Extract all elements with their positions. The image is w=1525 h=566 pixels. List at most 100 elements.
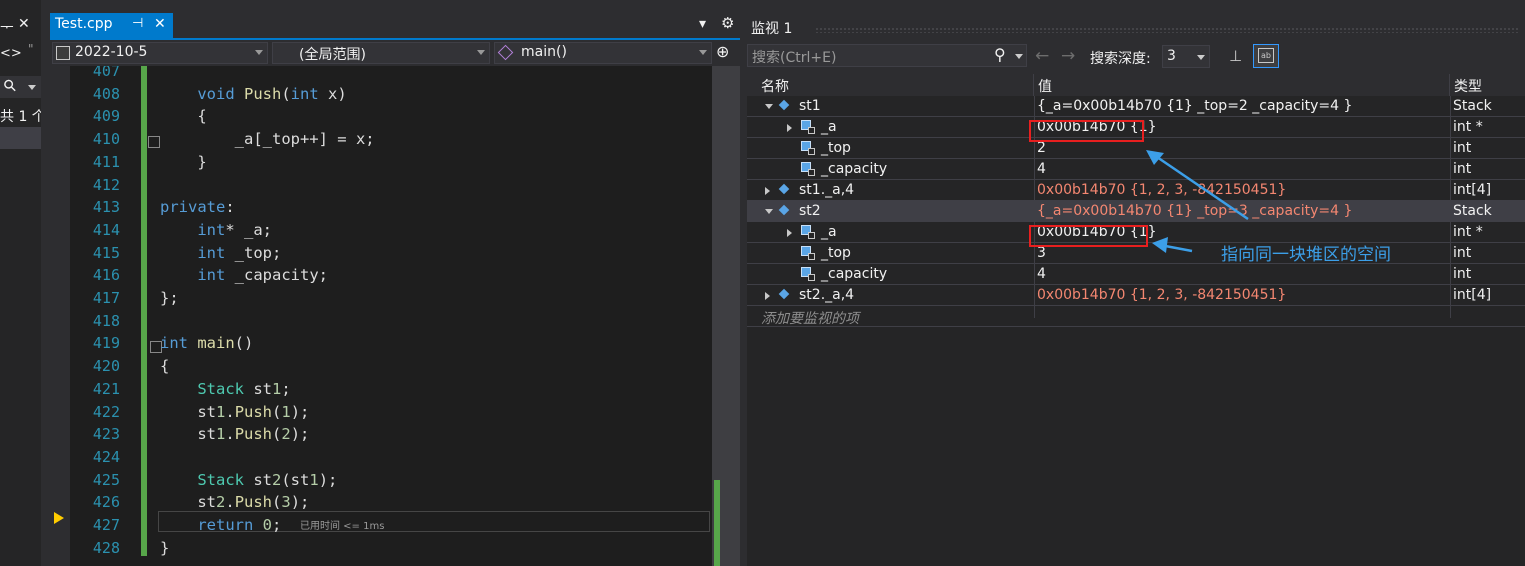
column-header-name[interactable]: 名称 xyxy=(747,74,1034,96)
editor-vertical-scrollbar[interactable] xyxy=(712,66,740,566)
member-dropdown[interactable]: main() xyxy=(494,42,712,64)
perf-tip: 已用时间 <= 1ms xyxy=(300,521,385,532)
chevron-down-icon[interactable] xyxy=(28,85,36,90)
code-line[interactable]: st1.Push(1); xyxy=(160,403,309,421)
watch-value[interactable]: 3 xyxy=(1037,245,1046,261)
panel-splitter[interactable] xyxy=(41,0,50,566)
watch-search-input[interactable]: 搜索(Ctrl+E) ⚲ xyxy=(747,44,1027,67)
line-number: 423 xyxy=(92,425,120,444)
watch-row[interactable]: st1._a,4 0x00b14b70 {1, 2, 3, -842150451}… xyxy=(747,180,1525,201)
watch-row[interactable]: st2 {_a=0x00b14b70 {1} _top=3 _capacity=4… xyxy=(747,201,1525,222)
column-header-type[interactable]: 类型 xyxy=(1450,74,1525,96)
annotation-label: 指向同一块堆区的空间 xyxy=(1221,245,1391,265)
code-editor[interactable]: 已用时间 <= 1ms 407 408 void Push(int x) 409 {… xyxy=(50,66,720,566)
watch-value[interactable]: 4 xyxy=(1037,266,1046,282)
code-line[interactable]: private: xyxy=(160,198,235,216)
code-icon[interactable]: <> xyxy=(0,46,22,61)
expand-arrow-icon[interactable] xyxy=(787,229,792,237)
watch-row[interactable]: st2._a,4 0x00b14b70 {1, 2, 3, -842150451}… xyxy=(747,285,1525,306)
watch-name: _capacity xyxy=(821,266,888,282)
code-line[interactable]: _a[_top++] = x; xyxy=(160,130,375,148)
add-watch-row[interactable]: 添加要监视的项 xyxy=(747,306,1525,327)
watch-value[interactable]: 2 xyxy=(1037,140,1046,156)
project-dropdown[interactable]: 2022-10-5 xyxy=(52,42,268,64)
watch-type: int xyxy=(1453,245,1472,261)
code-line[interactable]: void Push(int x) xyxy=(160,85,346,103)
line-number: 428 xyxy=(92,538,120,557)
line-number: 407 xyxy=(92,66,120,80)
chevron-down-icon xyxy=(477,50,485,55)
watch-type: int xyxy=(1453,140,1472,156)
expand-arrow-icon[interactable] xyxy=(787,124,792,132)
collapse-arrow-icon[interactable] xyxy=(765,209,773,214)
selected-result-row[interactable] xyxy=(0,127,41,149)
pin-icon[interactable]: ᅮ xyxy=(0,16,14,37)
chevron-down-icon xyxy=(1197,55,1205,60)
line-number: 414 xyxy=(92,220,120,239)
watch-value[interactable]: 0x00b14b70 {1, 2, 3, -842150451} xyxy=(1037,287,1286,303)
watch-type: Stack xyxy=(1453,203,1492,219)
watch-name: st1 xyxy=(799,98,821,114)
code-line[interactable]: } xyxy=(160,153,206,171)
watch-name: _capacity xyxy=(821,161,888,177)
pin-to-source-icon[interactable]: ⊥ xyxy=(1229,47,1242,65)
tab-underline xyxy=(50,38,740,40)
watch-value[interactable]: 4 xyxy=(1037,161,1046,177)
column-header-value[interactable]: 值 xyxy=(1034,74,1450,96)
back-arrow-icon[interactable]: ← xyxy=(1035,46,1049,66)
line-number: 418 xyxy=(92,311,120,330)
close-icon[interactable]: ✕ xyxy=(18,16,30,32)
line-number: 413 xyxy=(92,198,120,217)
line-number: 409 xyxy=(92,107,120,126)
left-search-box[interactable]: ⚲ xyxy=(0,75,41,98)
collapse-arrow-icon[interactable] xyxy=(765,104,773,109)
watch-type: int xyxy=(1453,161,1472,177)
code-line[interactable]: int main() xyxy=(160,334,253,352)
watch-row[interactable]: _capacity 4 int xyxy=(747,159,1525,180)
code-line[interactable]: return 0; xyxy=(160,516,281,534)
code-line[interactable]: { xyxy=(160,107,206,125)
expand-arrow-icon[interactable] xyxy=(765,292,770,300)
watch-name: _a xyxy=(821,119,837,135)
left-tool-panel: ᅮ ✕ <> " ⚲ 共 1 个 xyxy=(0,0,46,566)
expand-arrow-icon[interactable] xyxy=(765,187,770,195)
collapse-icon[interactable] xyxy=(148,136,160,148)
code-line[interactable]: int _capacity; xyxy=(160,266,328,284)
line-number: 408 xyxy=(92,84,120,103)
code-line[interactable]: st1.Push(2); xyxy=(160,425,309,443)
tab-test-cpp[interactable]: Test.cpp ⊣ ✕ xyxy=(50,13,173,38)
code-line[interactable]: Stack st1; xyxy=(160,380,290,398)
code-line[interactable]: int _top; xyxy=(160,244,281,262)
watch-value[interactable]: {_a=0x00b14b70 {1} _top=2 _capacity=4 } xyxy=(1037,98,1352,114)
results-count: 共 1 个 xyxy=(0,109,46,125)
watch-row[interactable]: st1 {_a=0x00b14b70 {1} _top=2 _capacity=4… xyxy=(747,96,1525,117)
watch-type: int[4] xyxy=(1453,287,1492,303)
close-tab-icon[interactable]: ✕ xyxy=(154,16,166,32)
variable-icon xyxy=(778,183,790,195)
search-icon[interactable]: ⚲ xyxy=(994,45,1006,64)
watch-name: st2 xyxy=(799,203,821,219)
line-number: 424 xyxy=(92,447,120,466)
code-line[interactable]: st2.Push(3); xyxy=(160,493,309,511)
code-line[interactable]: { xyxy=(160,357,169,375)
method-icon xyxy=(497,44,514,61)
add-watch-placeholder: 添加要监视的项 xyxy=(761,311,859,327)
search-depth-dropdown[interactable]: 3 xyxy=(1162,45,1210,68)
chevron-down-icon[interactable] xyxy=(1015,54,1023,59)
code-line[interactable]: } xyxy=(160,539,169,557)
pin-tab-icon[interactable]: ⊣ xyxy=(132,16,143,31)
code-line[interactable]: Stack st2(st1); xyxy=(160,471,337,489)
gear-icon[interactable]: ⚙ xyxy=(721,14,734,32)
split-view-icon[interactable]: ⊕ xyxy=(716,42,729,61)
watch-row[interactable]: _capacity 4 int xyxy=(747,264,1525,285)
field-icon xyxy=(801,267,815,281)
search-placeholder: 搜索(Ctrl+E) xyxy=(752,50,837,66)
hex-display-button[interactable]: ab xyxy=(1253,44,1279,68)
member-name: main() xyxy=(521,44,567,60)
code-line[interactable]: int* _a; xyxy=(160,221,272,239)
scope-dropdown[interactable]: (全局范围) xyxy=(272,42,490,64)
forward-arrow-icon[interactable]: → xyxy=(1061,46,1075,66)
tab-list-dropdown-icon[interactable]: ▾ xyxy=(699,16,706,32)
watch-name: st1._a,4 xyxy=(799,182,855,198)
code-line[interactable]: }; xyxy=(160,289,179,307)
